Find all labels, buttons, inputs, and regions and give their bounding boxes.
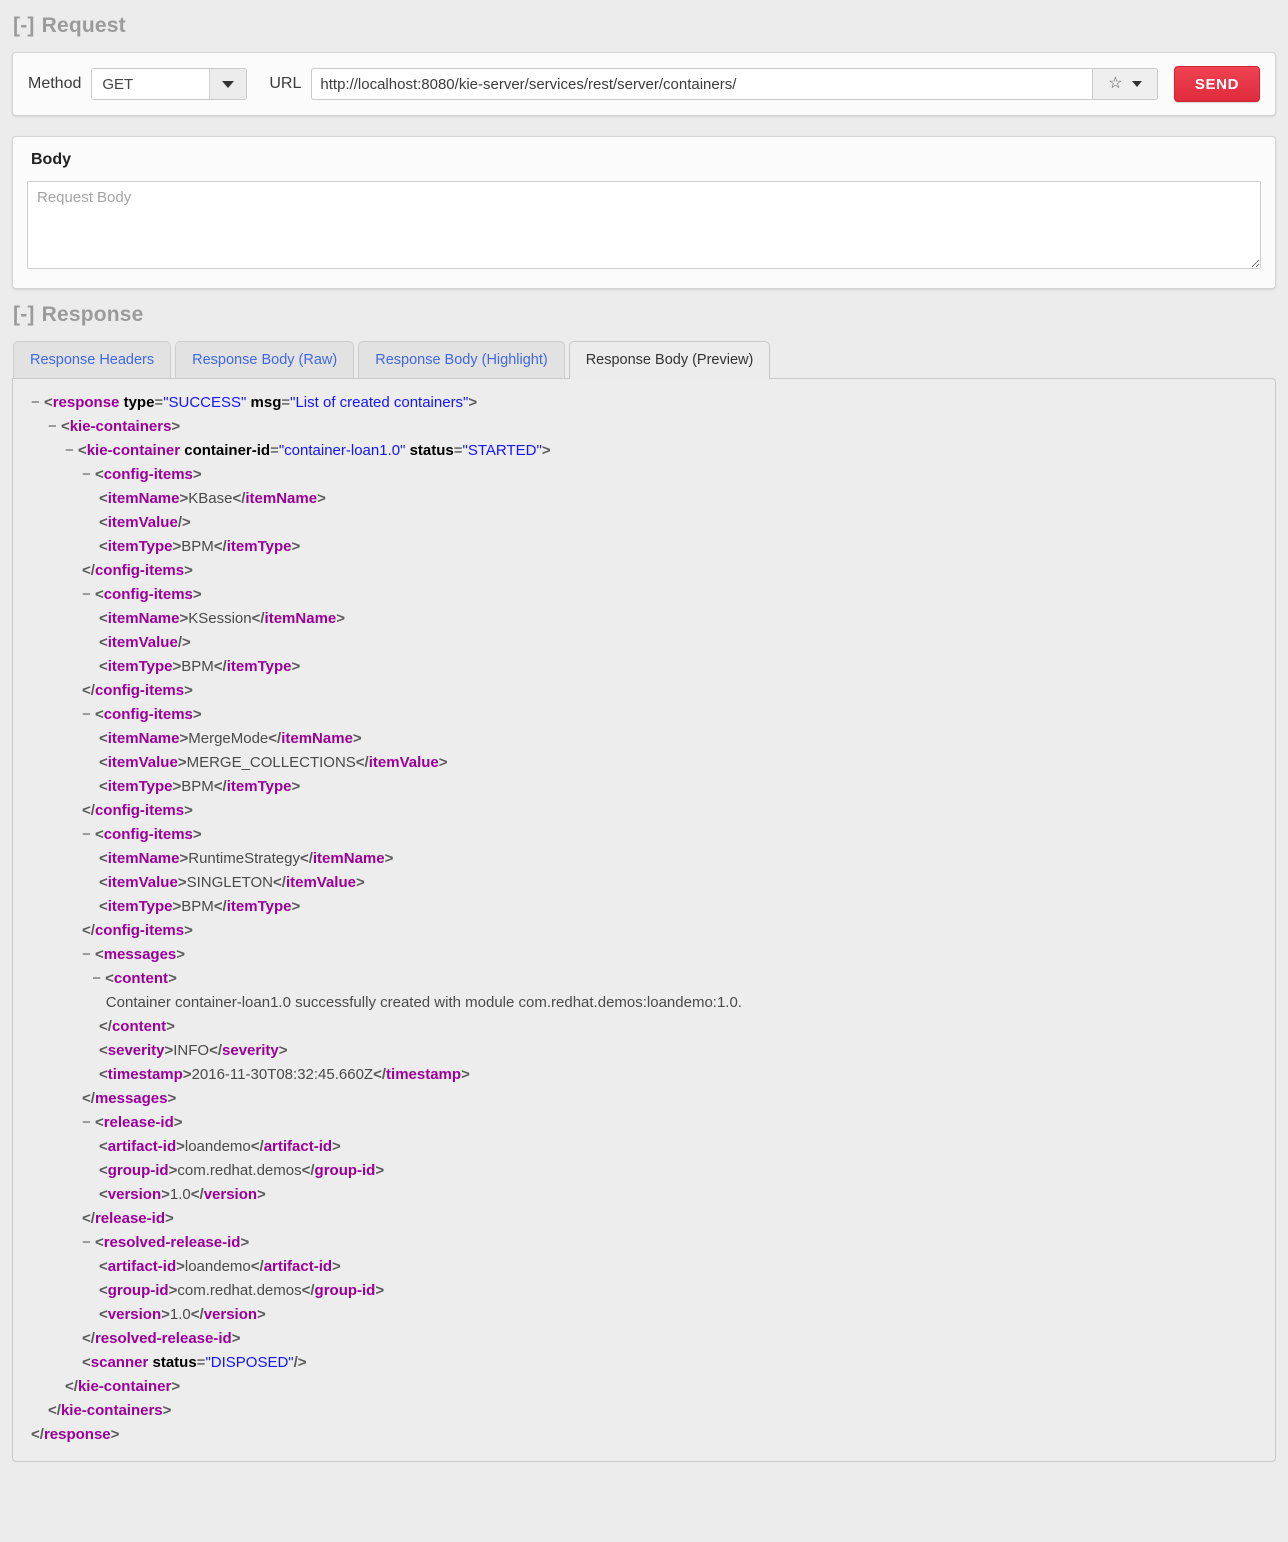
request-bar: Method GET URL ☆ SEND <box>13 53 1275 115</box>
chevron-down-icon[interactable] <box>1131 81 1142 87</box>
xml-collapse-toggle[interactable]: − <box>82 1114 91 1131</box>
send-button[interactable]: SEND <box>1173 66 1260 102</box>
xml-line: − <config-items> <box>82 585 202 603</box>
request-body-input[interactable] <box>27 181 1261 269</box>
xml-line: − <config-items> <box>82 705 202 723</box>
xml-collapse-toggle[interactable]: − <box>92 970 101 987</box>
xml-line: Container container-loan1.0 successfully… <box>105 993 742 1011</box>
xml-line: − <messages> <box>82 945 186 963</box>
request-heading-label: Request <box>41 14 126 37</box>
xml-collapse-toggle[interactable]: − <box>31 394 40 411</box>
request-collapse-toggle[interactable]: [-] <box>13 14 35 37</box>
response-tab-label: Response Body (Raw) <box>192 352 338 368</box>
method-label: Method <box>28 75 82 92</box>
xml-line: </content> <box>99 1017 175 1035</box>
url-input[interactable] <box>311 68 1092 100</box>
xml-line: <artifact-id>loandemo</artifact-id> <box>99 1137 341 1155</box>
xml-line: − <kie-container container-id="container… <box>65 441 551 459</box>
xml-collapse-toggle[interactable]: − <box>48 418 57 435</box>
xml-line: </messages> <box>82 1089 177 1107</box>
xml-line: − <release-id> <box>82 1113 183 1131</box>
response-tab[interactable]: Response Headers <box>13 341 172 378</box>
xml-line: <itemType>BPM</itemType> <box>99 657 301 675</box>
xml-line: </response> <box>31 1425 120 1443</box>
xml-line: − <config-items> <box>82 825 202 843</box>
response-tab-label: Response Headers <box>30 352 155 368</box>
xml-collapse-toggle[interactable]: − <box>82 826 91 843</box>
xml-collapse-toggle[interactable]: − <box>82 586 91 603</box>
response-tab[interactable]: Response Body (Raw) <box>175 341 355 378</box>
xml-line: </config-items> <box>82 801 193 819</box>
url-label: URL <box>269 75 302 92</box>
response-heading-label: Response <box>41 303 144 326</box>
method-select-arrow[interactable] <box>209 69 247 99</box>
xml-line: <group-id>com.redhat.demos</group-id> <box>99 1161 385 1179</box>
xml-line: <timestamp>2016-11-30T08:32:45.660Z</tim… <box>99 1065 470 1083</box>
request-body-title: Body <box>31 151 71 168</box>
xml-line: </resolved-release-id> <box>82 1329 241 1347</box>
xml-line: <itemName>MergeMode</itemName> <box>99 729 362 747</box>
xml-line: − <resolved-release-id> <box>82 1233 250 1251</box>
xml-line: <itemValue/> <box>99 513 191 531</box>
xml-line: <itemName>RuntimeStrategy</itemName> <box>99 849 394 867</box>
response-tab-label: Response Body (Highlight) <box>375 352 548 368</box>
xml-line: <itemValue>SINGLETON</itemValue> <box>99 873 365 891</box>
xml-line: </config-items> <box>82 921 193 939</box>
xml-line: − <content> <box>92 969 177 987</box>
xml-line: <itemType>BPM</itemType> <box>99 897 301 915</box>
xml-line: <version>1.0</version> <box>99 1305 266 1323</box>
xml-collapse-toggle[interactable]: − <box>82 706 91 723</box>
response-tab-label: Response Body (Preview) <box>585 352 754 368</box>
response-tabs: Response Headers Response Body (Raw) Respo… <box>12 341 1276 379</box>
request-panel: Method GET URL ☆ SEND <box>12 52 1276 116</box>
method-select-value: GET <box>92 69 210 99</box>
xml-line: <itemType>BPM</itemType> <box>99 537 301 555</box>
request-body-field-wrap <box>13 181 1275 288</box>
xml-line: <artifact-id>loandemo</artifact-id> <box>99 1257 341 1275</box>
xml-collapse-toggle[interactable]: − <box>65 442 74 459</box>
xml-line: − <response type="SUCCESS" msg="List of … <box>31 393 478 411</box>
xml-collapse-toggle[interactable]: − <box>82 946 91 963</box>
request-section-heading[interactable]: [-] Request <box>12 0 1276 52</box>
xml-line: </kie-container> <box>65 1377 181 1395</box>
xml-line: <severity>INFO</severity> <box>99 1041 288 1059</box>
response-section-heading[interactable]: [-] Response <box>12 289 1276 341</box>
xml-line: <itemValue/> <box>99 633 191 651</box>
response-tab[interactable]: Response Body (Highlight) <box>358 341 565 378</box>
xml-line: <version>1.0</version> <box>99 1185 266 1203</box>
xml-line: − <kie-containers> <box>48 417 181 435</box>
xml-collapse-toggle[interactable]: − <box>82 466 91 483</box>
response-collapse-toggle[interactable]: [-] <box>13 303 35 326</box>
xml-line: <group-id>com.redhat.demos</group-id> <box>99 1281 385 1299</box>
xml-line: <itemName>KBase</itemName> <box>99 489 326 507</box>
url-group: ☆ <box>311 68 1158 100</box>
xml-line: <itemType>BPM</itemType> <box>99 777 301 795</box>
response-tab[interactable]: Response Body (Preview) <box>568 341 771 379</box>
xml-line: <scanner status="DISPOSED"/> <box>82 1353 307 1371</box>
xml-line: <itemValue>MERGE_COLLECTIONS</itemValue> <box>99 753 448 771</box>
xml-line: </config-items> <box>82 681 193 699</box>
star-icon[interactable]: ☆ <box>1108 76 1122 92</box>
xml-line: </config-items> <box>82 561 193 579</box>
url-addon-buttons[interactable]: ☆ <box>1091 68 1158 100</box>
xml-line: <itemName>KSession</itemName> <box>99 609 346 627</box>
xml-collapse-toggle[interactable]: − <box>82 1234 91 1251</box>
request-body-panel: Body <box>12 136 1276 289</box>
xml-line: − <config-items> <box>82 465 202 483</box>
xml-line: </kie-containers> <box>48 1401 172 1419</box>
response-body-preview: − <response type="SUCCESS" msg="List of … <box>12 377 1276 1462</box>
xml-line: </release-id> <box>82 1209 174 1227</box>
chevron-down-icon <box>222 80 235 88</box>
method-select[interactable]: GET <box>91 68 248 100</box>
